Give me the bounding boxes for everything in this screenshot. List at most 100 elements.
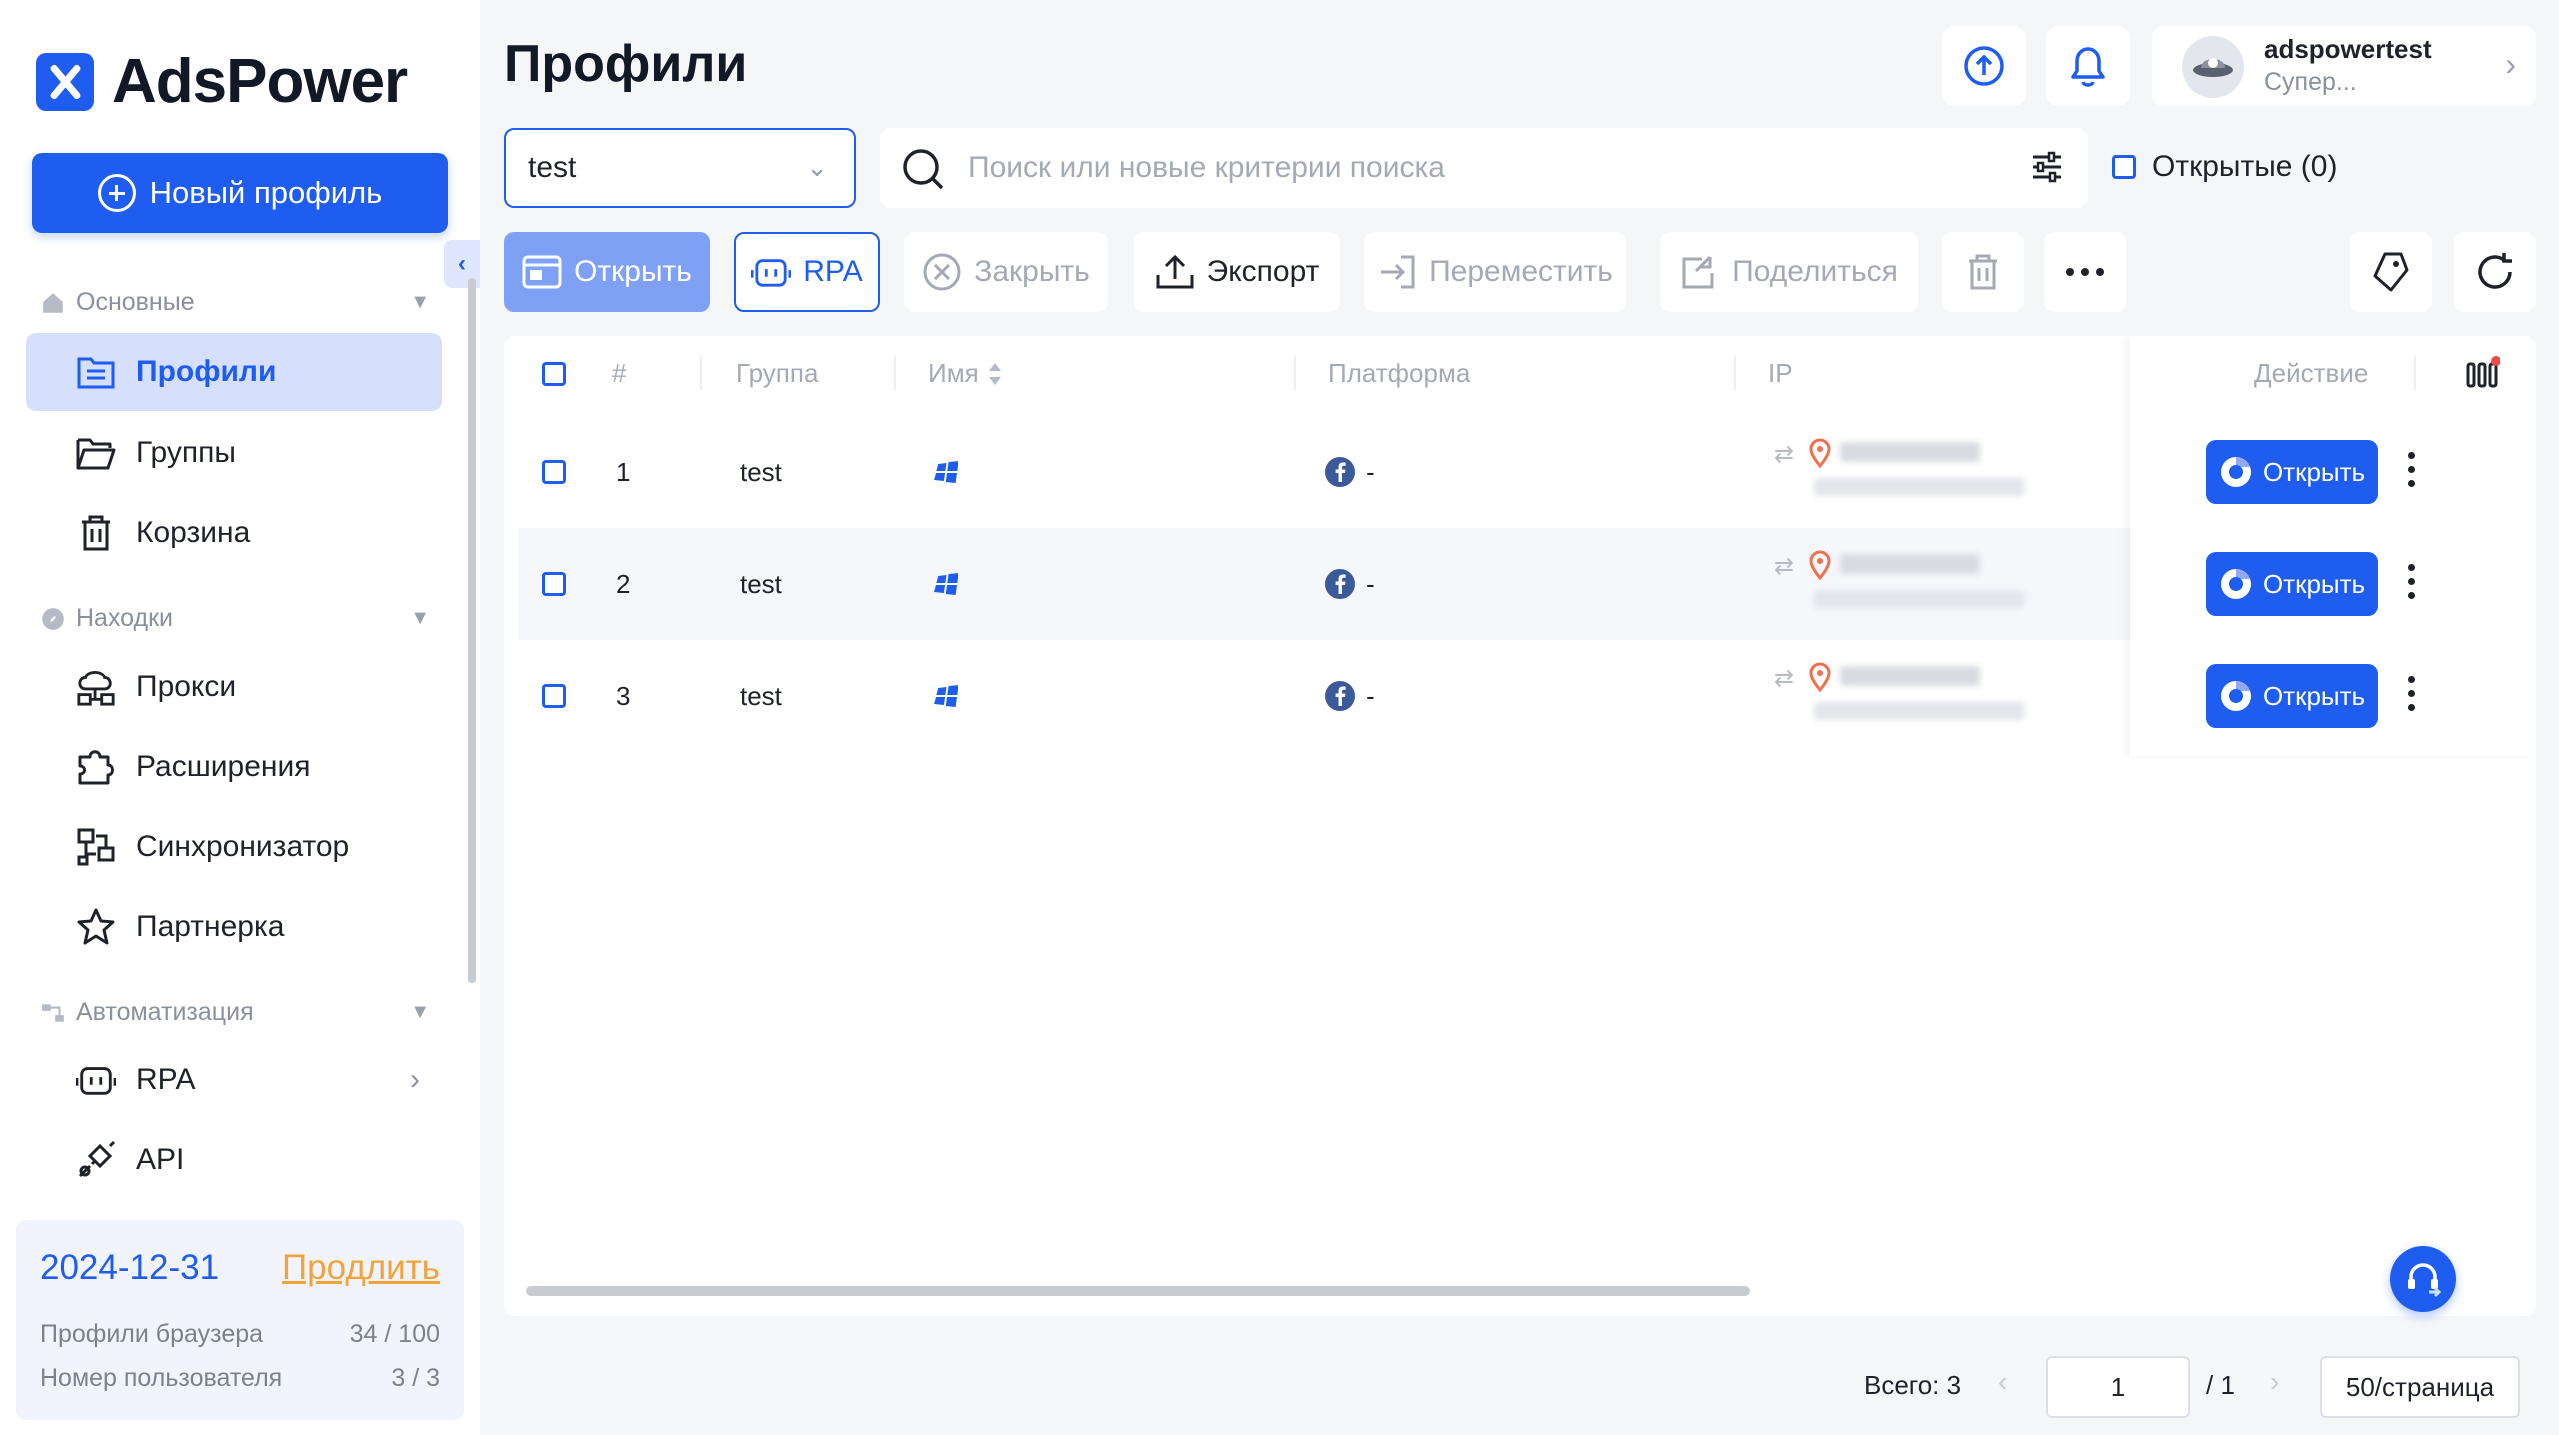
folder-icon xyxy=(76,433,116,473)
robot-icon xyxy=(751,259,792,287)
license-panel: 2024-12-31 Продлить Профили браузера 34 … xyxy=(16,1220,464,1420)
page-title: Профили xyxy=(504,35,748,93)
section-automation[interactable]: Автоматизация ▼ xyxy=(40,998,430,1027)
next-page-icon[interactable]: › xyxy=(2270,1366,2279,1398)
section-main[interactable]: Основные ▼ xyxy=(40,288,430,317)
column-divider xyxy=(2414,356,2416,390)
refresh-button[interactable] xyxy=(2454,232,2536,312)
search-box[interactable] xyxy=(880,128,2088,208)
move-button[interactable]: Переместить xyxy=(1364,232,1626,312)
sidebar-item-trash[interactable]: Корзина xyxy=(26,494,442,572)
license-row-label: Номер пользователя xyxy=(40,1364,283,1392)
user-name: adspowertest xyxy=(2264,34,2432,64)
new-profile-label: Новый профиль xyxy=(149,175,383,210)
new-profile-button[interactable]: Новый профиль xyxy=(32,153,448,233)
delete-button[interactable] xyxy=(1942,232,2024,312)
more-actions-button[interactable] xyxy=(2044,232,2126,312)
close-button[interactable]: Закрыть xyxy=(904,232,1108,312)
group-select[interactable]: test ⌄ xyxy=(504,128,856,208)
windows-icon xyxy=(932,528,958,640)
move-label: Переместить xyxy=(1429,255,1613,288)
page-number-input[interactable]: 1 xyxy=(2046,1356,2190,1418)
row-more-icon[interactable] xyxy=(2406,452,2416,487)
sidebar-item-rpa[interactable]: RPA › xyxy=(26,1041,442,1119)
swap-icon: ⇄ xyxy=(1774,553,1795,580)
browser-logo-icon xyxy=(2220,569,2251,599)
upload-sync-button[interactable] xyxy=(1942,26,2026,106)
sidebar-item-affiliate[interactable]: Партнерка xyxy=(26,888,442,966)
opened-only-checkbox[interactable]: Открытые (0) xyxy=(2112,150,2337,184)
bell-icon xyxy=(2071,47,2105,87)
open-profile-button[interactable]: Открыть xyxy=(2206,440,2378,504)
row-checkbox[interactable] xyxy=(542,572,566,596)
sidebar-item-profiles[interactable]: Профили xyxy=(26,333,442,411)
column-header-ip: IP xyxy=(1768,358,1793,388)
row-checkbox[interactable] xyxy=(542,684,566,708)
app-logo[interactable]: AdsPower xyxy=(36,46,408,117)
notifications-button[interactable] xyxy=(2046,26,2130,106)
open-profile-button[interactable]: Открыть xyxy=(2206,664,2378,728)
share-button[interactable]: Поделиться xyxy=(1660,232,1918,312)
support-chat-button[interactable] xyxy=(2390,1246,2456,1312)
caret-down-icon: ▼ xyxy=(410,291,430,313)
chevron-right-icon: › xyxy=(2505,46,2516,82)
rpa-button[interactable]: RPA xyxy=(734,232,880,312)
sidebar-item-groups[interactable]: Группы xyxy=(26,414,442,492)
section-finds-label: Находки xyxy=(76,604,174,632)
column-settings-icon[interactable] xyxy=(2464,356,2500,392)
row-number: 2 xyxy=(616,568,631,599)
tags-button[interactable] xyxy=(2350,232,2432,312)
search-icon xyxy=(903,149,944,190)
row-more-icon[interactable] xyxy=(2406,676,2416,711)
prev-page-icon[interactable]: ‹ xyxy=(1998,1366,2007,1398)
open-profile-button[interactable]: Открыть xyxy=(2206,552,2378,616)
plug-icon xyxy=(76,1140,116,1180)
star-icon xyxy=(76,907,116,947)
pagination-bar xyxy=(480,1340,2559,1435)
horizontal-scrollbar[interactable] xyxy=(526,1286,1750,1296)
sidebar-item-proxy[interactable]: Прокси xyxy=(26,648,442,726)
sidebar-scrollbar[interactable] xyxy=(468,278,476,983)
sidebar-item-api[interactable]: API xyxy=(26,1121,442,1199)
opened-only-label: Открытые (0) xyxy=(2152,150,2338,183)
platform-account: - xyxy=(1366,680,1375,711)
column-divider xyxy=(1294,356,1296,390)
share-label: Поделиться xyxy=(1732,255,1898,288)
sidebar-item-synchronizer[interactable]: Синхронизатор xyxy=(26,808,442,886)
facebook-icon xyxy=(1325,457,1355,487)
select-all-checkbox[interactable] xyxy=(542,362,566,386)
column-divider xyxy=(1734,356,1736,390)
license-row-profiles: Профили браузера 34 / 100 xyxy=(40,1320,440,1349)
open-profile-label: Открыть xyxy=(2262,680,2366,711)
section-finds[interactable]: Находки ▼ xyxy=(40,604,430,633)
export-label: Экспорт xyxy=(1206,255,1320,288)
location-pin-icon xyxy=(1809,662,1831,692)
filter-sliders-icon[interactable] xyxy=(2030,150,2064,184)
row-checkbox[interactable] xyxy=(542,460,566,484)
row-group: test xyxy=(740,568,782,599)
row-more-icon[interactable] xyxy=(2406,564,2416,599)
rpa-label: RPA xyxy=(803,255,863,288)
column-header-name[interactable]: Имя xyxy=(928,358,1003,389)
ip-cell: ⇄ xyxy=(1774,528,2024,640)
sidebar-item-label: RPA xyxy=(136,1063,196,1096)
ip-cell: ⇄ xyxy=(1774,640,2024,752)
more-horizontal-icon xyxy=(2066,268,2104,276)
ip-address-redacted xyxy=(1840,666,1980,686)
total-count: Всего: 3 xyxy=(1864,1370,1962,1400)
export-button[interactable]: Экспорт xyxy=(1134,232,1340,312)
renew-link[interactable]: Продлить xyxy=(282,1248,440,1288)
sidebar-item-label: API xyxy=(136,1143,185,1176)
profiles-table: # Группа Имя Платформа IP 1 test - ⇄ 2 t… xyxy=(504,336,2536,1316)
user-menu[interactable]: adspowertest Супер... › xyxy=(2152,26,2536,106)
avatar xyxy=(2182,36,2244,98)
sidebar-item-extensions[interactable]: Расширения xyxy=(26,728,442,806)
column-header-name-label: Имя xyxy=(928,358,979,388)
license-row-value: 3 / 3 xyxy=(391,1364,440,1392)
row-group: test xyxy=(740,456,782,487)
page-size-select[interactable]: 50/страница xyxy=(2320,1356,2520,1418)
puzzle-icon xyxy=(76,747,116,787)
open-selected-button[interactable]: Открыть xyxy=(504,232,710,312)
search-input[interactable] xyxy=(968,144,1968,192)
ip-address-redacted xyxy=(1840,442,1980,462)
